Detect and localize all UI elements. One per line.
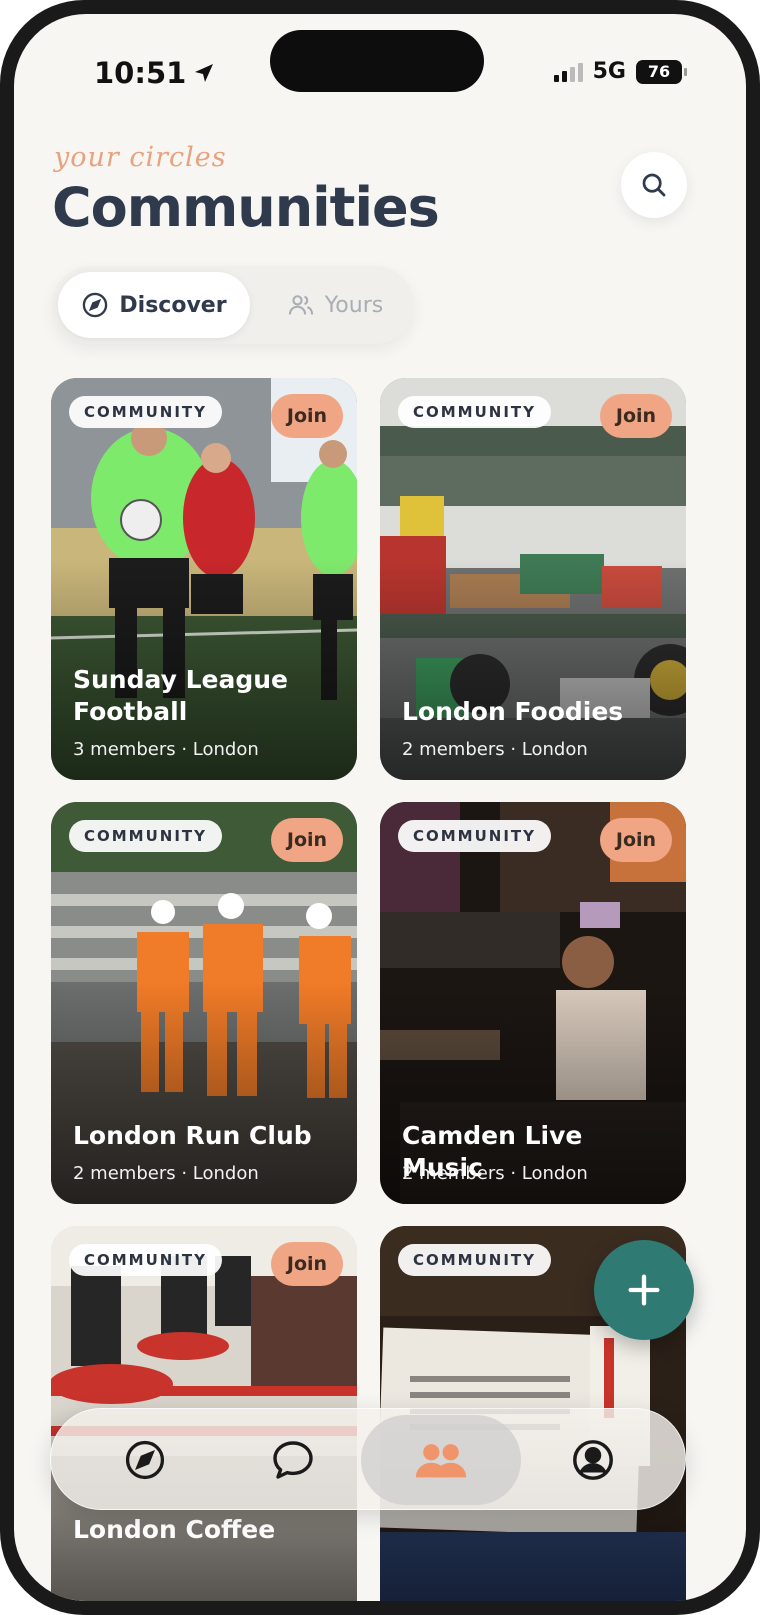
dynamic-island [270, 30, 484, 92]
users-icon [288, 295, 313, 315]
community-badge: COMMUNITY [398, 1244, 552, 1276]
community-card[interactable]: COMMUNITY Join London Foodies 2 members … [380, 378, 686, 780]
community-card[interactable]: COMMUNITY Join London Run Club 2 members… [51, 802, 357, 1204]
community-title: Sunday League Football [73, 665, 289, 726]
plus-icon [628, 1274, 660, 1306]
create-community-button[interactable] [594, 1240, 694, 1340]
join-button[interactable]: Join [600, 818, 672, 862]
battery-icon: 76 [636, 59, 687, 84]
status-time: 10:51 [94, 56, 216, 90]
join-button[interactable]: Join [271, 1242, 343, 1286]
community-title: London Foodies [402, 697, 624, 726]
join-button[interactable]: Join [271, 394, 343, 438]
segmented-control: Discover Yours [52, 266, 414, 344]
community-card[interactable]: COMMUNITY Join Camden Live Music 2 membe… [380, 802, 686, 1204]
profile-icon [573, 1440, 613, 1480]
community-title: London Run Club [73, 1121, 312, 1150]
page-title: Communities [52, 176, 440, 239]
tab-yours-label: Yours [324, 292, 384, 318]
location-arrow-icon [195, 64, 214, 82]
community-badge: COMMUNITY [69, 820, 223, 852]
chat-icon [273, 1441, 313, 1479]
community-meta: 2 members · London [402, 739, 588, 760]
time-text: 10:51 [94, 56, 187, 90]
search-icon [642, 173, 666, 197]
tab-yours[interactable]: Yours [262, 272, 408, 338]
signal-icon [553, 62, 583, 82]
community-title: London Coffee [73, 1515, 276, 1544]
compass-icon [125, 1440, 165, 1480]
device-frame: 10:51 5G 76 your circles Communities Dis… [0, 0, 760, 1615]
nav-chats[interactable] [213, 1415, 373, 1505]
community-badge: COMMUNITY [69, 1244, 223, 1276]
screen: 10:51 5G 76 your circles Communities Dis… [14, 14, 746, 1601]
community-badge: COMMUNITY [69, 396, 223, 428]
people-icon [415, 1444, 467, 1478]
nav-discover[interactable] [65, 1415, 225, 1505]
community-meta: 3 members · London [73, 739, 259, 760]
community-card[interactable]: COMMUNITY Join Sunday League Football 3 … [51, 378, 357, 780]
nav-communities[interactable] [361, 1415, 521, 1505]
network-label: 5G [592, 59, 626, 84]
community-meta: 2 members · London [402, 1163, 588, 1184]
community-badge: COMMUNITY [398, 820, 552, 852]
battery-level: 76 [647, 62, 671, 81]
tab-discover[interactable]: Discover [58, 272, 250, 338]
join-button[interactable]: Join [600, 394, 672, 438]
search-button[interactable] [621, 152, 687, 218]
join-button[interactable]: Join [271, 818, 343, 862]
nav-profile[interactable] [513, 1415, 673, 1505]
bottom-tab-bar [50, 1408, 686, 1510]
community-badge: COMMUNITY [398, 396, 552, 428]
compass-icon [83, 292, 108, 318]
page-eyebrow: your circles [54, 142, 227, 173]
community-meta: 2 members · London [73, 1163, 259, 1184]
status-indicators: 5G 76 [553, 59, 687, 84]
tab-discover-label: Discover [119, 292, 227, 318]
